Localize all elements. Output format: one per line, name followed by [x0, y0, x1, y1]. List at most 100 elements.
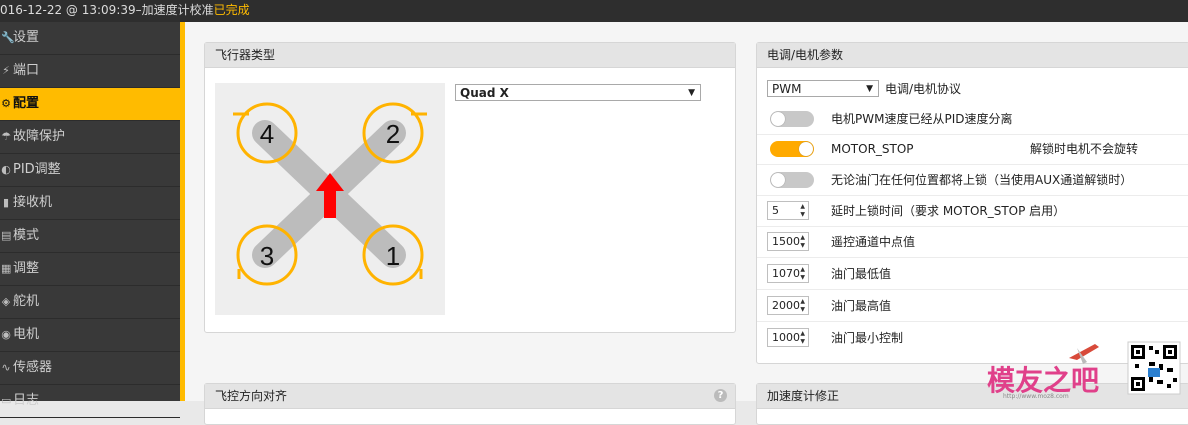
motor-stop-row: MOTOR_STOP 解锁时电机不会旋转	[767, 136, 1177, 162]
toggle-knob	[771, 173, 785, 187]
motor-2: 2	[362, 102, 427, 164]
status-timestamp: 016-12-22 @ 13:09:39	[0, 3, 136, 17]
maxthrottle-input[interactable]: 2000 ▲ ▼	[767, 296, 809, 315]
sidebar-item-label: 电机	[13, 327, 40, 342]
esc-protocol-select[interactable]: PWM ▼	[767, 80, 879, 97]
disarm-delay-input[interactable]: 5 ▲ ▼	[767, 201, 809, 220]
receiver-icon: ▮	[2, 196, 10, 209]
sidebar-item-0[interactable]: 🔧 设置	[0, 22, 180, 55]
sidebar-item-3[interactable]: ☂ 故障保护	[0, 121, 180, 154]
maxthrottle-label: 油门最高值	[831, 299, 892, 313]
spin-down-icon[interactable]: ▼	[800, 211, 805, 218]
qr-code-icon	[1127, 341, 1181, 395]
adjustments-icon: ▦	[1, 262, 12, 275]
mixer-type-select[interactable]: Quad X ▼	[455, 84, 701, 101]
sidebar-item-label: 日志	[13, 393, 40, 408]
maxthrottle-row: 2000 ▲ ▼ 油门最高值	[767, 293, 1177, 319]
help-icon[interactable]: ?	[714, 389, 727, 402]
midrc-input[interactable]: 1500 ▲ ▼	[767, 232, 809, 251]
sidebar-item-6[interactable]: ▤ 模式	[0, 220, 180, 253]
spin-up-icon[interactable]: ▲	[800, 234, 805, 241]
sidebar: 🔧 设置 ⚡ 端口 ⚙ 配置 ☂ 故障保护 ◐ PID调整 ▮ 接收机 ▤ 模式 ▦ 调整 ◈ 舵机 ◉ 电机 ∿ 传感器…	[0, 22, 180, 418]
sidebar-item-label: 配置	[13, 96, 40, 111]
spin-up-icon[interactable]: ▲	[800, 330, 805, 337]
mincommand-input[interactable]: 1000 ▲ ▼	[767, 328, 809, 347]
spin-up-icon[interactable]: ▲	[800, 203, 805, 210]
sidebar-item-label: 调整	[13, 261, 40, 276]
spin-down-icon[interactable]: ▼	[800, 338, 805, 345]
spin-down-icon[interactable]: ▼	[800, 306, 805, 313]
disarm-delay-label: 延时上锁时间（要求 MOTOR_STOP 启用）	[831, 204, 1066, 218]
sidebar-item-label: 舵机	[13, 294, 40, 309]
sidebar-item-label: 接收机	[13, 195, 53, 210]
modes-icon: ▤	[1, 229, 12, 242]
spin-down-icon[interactable]: ▼	[800, 274, 805, 281]
mixer-panel: 飞行器类型 4 2 3 1 Quad X ▼	[204, 42, 736, 333]
watermark-url: http://www.moz8.com	[1003, 393, 1069, 400]
mincommand-value: 1000	[772, 331, 800, 344]
spin-down-icon[interactable]: ▼	[800, 242, 805, 249]
sidebar-item-label: 设置	[13, 30, 40, 45]
board-alignment-title: 飞控方向对齐	[205, 384, 735, 409]
row-divider	[757, 289, 1188, 290]
minthrottle-label: 油门最低值	[831, 267, 892, 281]
toggle-knob	[799, 142, 813, 156]
sidebar-item-5[interactable]: ▮ 接收机	[0, 187, 180, 220]
status-message: 加速度计校准	[141, 3, 214, 17]
sidebar-item-10[interactable]: ∿ 传感器	[0, 352, 180, 385]
wrench-icon: 🔧	[1, 31, 15, 44]
disarm-delay-row: 5 ▲ ▼ 延时上锁时间（要求 MOTOR_STOP 启用）	[767, 198, 1177, 224]
status-complete: 已完成	[213, 3, 250, 17]
minthrottle-row: 1070 ▲ ▼ 油门最低值	[767, 261, 1177, 287]
servo-icon: ◈	[1, 295, 11, 308]
arm-any-throttle-toggle[interactable]	[770, 172, 814, 188]
motor-4: 4	[233, 102, 298, 164]
midrc-value: 1500	[772, 235, 800, 248]
row-divider	[757, 195, 1188, 196]
row-divider	[757, 226, 1188, 227]
row-divider	[757, 134, 1188, 135]
sidebar-item-11[interactable]: ▭ 日志	[0, 385, 180, 418]
sidebar-item-label: PID调整	[13, 162, 61, 177]
parachute-icon: ☂	[1, 130, 11, 143]
pwm-separation-row: 电机PWM速度已经从PID速度分离	[767, 106, 1177, 132]
watermark-logo: 模友之吧 http://www.moz8.com	[987, 341, 1181, 400]
spin-up-icon[interactable]: ▲	[800, 298, 805, 305]
pwm-separation-label: 电机PWM速度已经从PID速度分离	[831, 112, 1013, 126]
sidebar-item-label: 传感器	[13, 360, 53, 375]
sidebar-item-9[interactable]: ◉ 电机	[0, 319, 180, 352]
sidebar-item-7[interactable]: ▦ 调整	[0, 253, 180, 286]
minthrottle-input[interactable]: 1070 ▲ ▼	[767, 264, 809, 283]
watermark: 模友之吧 http://www.moz8.com	[985, 340, 1185, 401]
sidebar-item-2[interactable]: ⚙ 配置	[0, 88, 180, 121]
row-divider	[757, 321, 1188, 322]
row-divider	[757, 257, 1188, 258]
esc-protocol-label: 电调/电机协议	[885, 82, 962, 96]
spin-up-icon[interactable]: ▲	[800, 266, 805, 273]
midrc-row: 1500 ▲ ▼ 遥控通道中点值	[767, 229, 1177, 255]
dropdown-arrow-icon: ▼	[866, 84, 873, 94]
row-divider	[757, 164, 1188, 165]
motor-2-label: 2	[386, 119, 400, 149]
motor-3-label: 3	[260, 241, 274, 271]
toggle-knob	[771, 112, 785, 126]
motor-icon: ◉	[1, 328, 11, 341]
esc-panel-title: 电调/电机参数	[757, 43, 1188, 68]
plug-icon: ⚡	[2, 64, 10, 77]
sidebar-item-label: 端口	[13, 63, 40, 78]
sensor-icon: ∿	[1, 361, 11, 374]
pwm-separation-toggle[interactable]	[770, 111, 814, 127]
maxthrottle-value: 2000	[772, 299, 800, 312]
status-bar: 016-12-22 @ 13:09:39 – 加速度计校准已完成	[0, 0, 1188, 22]
minthrottle-value: 1070	[772, 267, 800, 280]
log-icon: ▭	[1, 394, 12, 407]
sidebar-item-1[interactable]: ⚡ 端口	[0, 55, 180, 88]
motor-stop-toggle[interactable]	[770, 141, 814, 157]
motor-stop-note: 解锁时电机不会旋转	[1030, 142, 1139, 156]
sidebar-item-label: 故障保护	[13, 129, 66, 144]
motor-3: 3	[236, 224, 298, 286]
motor-4-label: 4	[260, 119, 274, 149]
sidebar-item-8[interactable]: ◈ 舵机	[0, 286, 180, 319]
esc-protocol-value: PWM	[772, 82, 802, 96]
sidebar-item-4[interactable]: ◐ PID调整	[0, 154, 180, 187]
